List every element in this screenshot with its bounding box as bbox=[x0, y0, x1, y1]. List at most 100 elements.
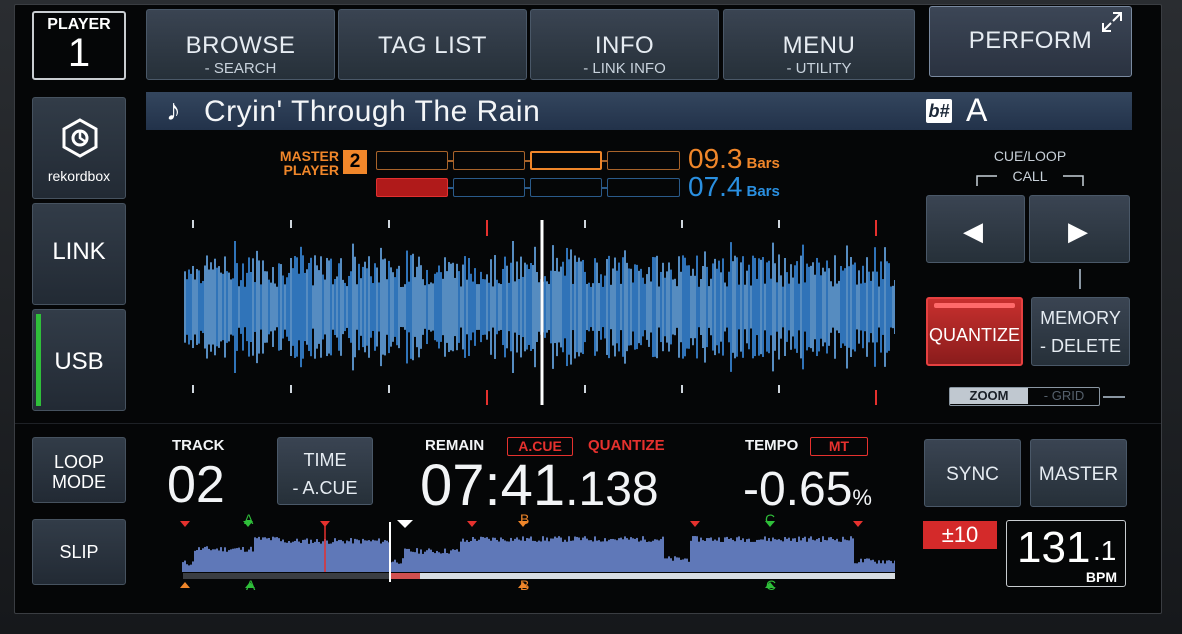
master-button[interactable]: MASTER bbox=[1030, 439, 1127, 507]
bpm-whole: 131 bbox=[1017, 523, 1091, 572]
music-note-icon: ♪ bbox=[166, 94, 181, 127]
browse-label: BROWSE bbox=[185, 32, 296, 59]
triangle-right-icon: ▶ bbox=[1068, 216, 1088, 246]
player-indicator: PLAYER 1 bbox=[32, 11, 126, 80]
hotcue-a-bottom-label: A bbox=[246, 577, 256, 593]
cue-loop-label: CUE/LOOP bbox=[993, 148, 1067, 164]
info-button[interactable]: INFO - LINK INFO bbox=[530, 9, 719, 80]
hotcue-c-top-label: C bbox=[765, 511, 776, 527]
key-icon: b# bbox=[926, 99, 952, 123]
zoom-connector bbox=[1103, 396, 1125, 398]
loop-bar bbox=[390, 573, 420, 579]
overview-waveform[interactable] bbox=[165, 510, 895, 590]
track-title: Cryin' Through The Rain bbox=[204, 95, 541, 128]
player-number: 1 bbox=[67, 31, 91, 75]
phrase-connector bbox=[602, 187, 607, 189]
time-acue-button[interactable]: TIME - A.CUE bbox=[277, 437, 373, 505]
phrase-cell-lower-1 bbox=[376, 178, 448, 197]
hotcue-b-top-label: B bbox=[520, 511, 530, 527]
hotcue-a-top-label: A bbox=[244, 511, 254, 527]
lower-bars-readout: 07.4 Bars bbox=[688, 171, 780, 203]
remaining-bar bbox=[420, 573, 895, 579]
sync-button[interactable]: SYNC bbox=[924, 439, 1021, 507]
track-key: A bbox=[966, 92, 988, 128]
call-next-button[interactable]: ▶ bbox=[1029, 195, 1130, 263]
upper-bars-value: 09.3 bbox=[688, 143, 743, 174]
call-prev-button[interactable]: ◀ bbox=[926, 195, 1025, 263]
hotcue-c-bottom-label: C bbox=[766, 577, 777, 593]
phrase-cell-upper-4 bbox=[607, 151, 680, 170]
master-tempo-badge: MT bbox=[810, 437, 868, 456]
track-number: 02 bbox=[167, 456, 225, 514]
expand-icon bbox=[1102, 12, 1122, 32]
quantize-label: QUANTIZE bbox=[928, 325, 1020, 345]
memory-cue-marker-icon bbox=[320, 521, 330, 527]
zoom-grid-toggle[interactable]: ZOOM - GRID bbox=[949, 387, 1100, 406]
phrase-cell-lower-3 bbox=[530, 178, 602, 197]
phrase-cell-lower-2 bbox=[453, 178, 525, 197]
loop-mode-button[interactable]: LOOP MODE bbox=[32, 437, 126, 503]
link-label: LINK bbox=[52, 238, 106, 265]
browse-sub-label: - SEARCH bbox=[204, 60, 277, 77]
tempo-value: -0.65 bbox=[743, 463, 853, 516]
tempo-unit: % bbox=[852, 485, 872, 510]
main-waveform[interactable] bbox=[165, 210, 895, 405]
tempo-label: TEMPO bbox=[745, 437, 799, 454]
bpm-unit: BPM bbox=[1085, 569, 1117, 585]
bpm-decimal: .1 bbox=[1093, 535, 1117, 566]
menu-label: MENU bbox=[782, 32, 856, 59]
menu-button[interactable]: MENU - UTILITY bbox=[723, 9, 915, 80]
tag-list-button[interactable]: TAG LIST bbox=[338, 9, 527, 80]
played-bar bbox=[183, 573, 390, 579]
phrase-cell-lower-4 bbox=[607, 178, 680, 197]
info-label: INFO bbox=[594, 32, 655, 59]
master-player-number: 2 bbox=[343, 150, 367, 174]
rekordbox-label: rekordbox bbox=[47, 168, 111, 184]
remain-time: 07:41.138 bbox=[420, 452, 659, 519]
track-label: TRACK bbox=[172, 437, 225, 454]
section-divider bbox=[15, 423, 1161, 424]
lower-bars-unit: Bars bbox=[746, 183, 780, 200]
player-screen: PLAYER 1 BROWSE - SEARCH TAG LIST INFO -… bbox=[14, 4, 1162, 614]
sync-label: SYNC bbox=[946, 464, 999, 485]
link-button[interactable]: LINK bbox=[32, 203, 126, 305]
time-label: TIME bbox=[303, 450, 347, 470]
playhead-marker-icon bbox=[397, 520, 413, 528]
call-connector bbox=[1079, 269, 1081, 289]
menu-sub-label: - UTILITY bbox=[786, 60, 852, 77]
memory-cue-marker-icon bbox=[180, 521, 190, 527]
quantize-indicator bbox=[934, 303, 1015, 308]
phrase-connector bbox=[525, 187, 530, 189]
phrase-connector bbox=[525, 160, 530, 162]
rekordbox-logo-icon bbox=[62, 118, 98, 158]
grid-label: - GRID bbox=[1043, 388, 1085, 403]
memory-cue-marker-icon bbox=[690, 521, 700, 527]
memory-cue-marker-icon bbox=[853, 521, 863, 527]
track-title-bar: ♪ Cryin' Through The Rain b# A bbox=[146, 92, 1132, 130]
acue-sub-label: - A.CUE bbox=[292, 478, 358, 498]
master-label-btn: MASTER bbox=[1038, 464, 1119, 485]
upper-bars-unit: Bars bbox=[746, 155, 780, 172]
tempo-readout: -0.65% bbox=[743, 462, 872, 517]
zoom-label: ZOOM bbox=[950, 388, 1028, 404]
tempo-range-badge: ±10 bbox=[923, 521, 997, 549]
delete-label: - DELETE bbox=[1039, 336, 1122, 356]
lower-bars-value: 07.4 bbox=[688, 171, 743, 202]
slip-button[interactable]: SLIP bbox=[32, 519, 126, 585]
phrase-connector bbox=[448, 187, 453, 189]
phrase-connector bbox=[602, 160, 607, 162]
triangle-left-icon: ◀ bbox=[963, 216, 983, 246]
bpm-display: 131 .1 BPM bbox=[1006, 520, 1126, 587]
tag-list-label: TAG LIST bbox=[378, 32, 487, 59]
memory-label: MEMORY bbox=[1040, 308, 1121, 328]
quantize-button[interactable]: QUANTIZE bbox=[926, 297, 1023, 366]
phrase-connector bbox=[448, 160, 453, 162]
cue-bottom-marker-icon bbox=[180, 582, 190, 588]
browse-button[interactable]: BROWSE - SEARCH bbox=[146, 9, 335, 80]
rekordbox-button[interactable]: rekordbox bbox=[32, 97, 126, 199]
perform-button[interactable]: PERFORM bbox=[929, 6, 1132, 77]
usb-button[interactable]: USB bbox=[32, 309, 126, 411]
usb-label: USB bbox=[54, 348, 104, 375]
memory-delete-button[interactable]: MEMORY - DELETE bbox=[1031, 297, 1130, 366]
loop-mode-label: LOOP MODE bbox=[52, 452, 106, 492]
